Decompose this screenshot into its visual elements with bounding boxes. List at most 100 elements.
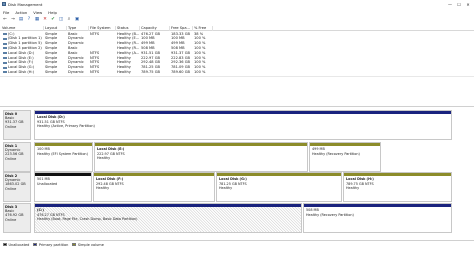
column-header[interactable]: Layout: [44, 26, 67, 31]
menu-help[interactable]: Help: [48, 10, 57, 15]
partition-color-bar: [35, 143, 92, 146]
disk-size: 1863.02 GB: [5, 182, 26, 187]
menu-view[interactable]: View: [33, 10, 42, 15]
disk-graphical-view: Disk 0 Basic 931.37 GB Online Local Disk (D:…: [0, 107, 474, 238]
column-header[interactable]: % Free: [193, 26, 213, 31]
search-icon[interactable]: ⌕: [66, 17, 72, 23]
partition[interactable]: 501 MB Unallocated: [34, 172, 92, 202]
partition-text: Local Disk (F:) 292.48 GB NTFS Healthy: [96, 177, 124, 190]
legend-label: Primary partition: [38, 242, 69, 247]
partition[interactable]: Local Disk (H:) 789.75 GB NTFS Healthy: [343, 172, 452, 202]
volume-cell: 100 %: [194, 69, 206, 74]
partition[interactable]: Local Disk (E:) 222.97 GB NTFS Healthy: [94, 142, 308, 172]
partition-status: Healthy (Active, Primary Partition): [37, 123, 95, 128]
disk-state: Online: [5, 156, 17, 161]
console-tree-icon[interactable]: ▤: [18, 17, 24, 23]
legend-swatch: [3, 243, 7, 246]
pane-splitter[interactable]: [0, 76, 474, 107]
partition-color-bar: [304, 204, 451, 207]
back-arrow-icon[interactable]: ←: [2, 17, 8, 23]
volume-icon: [3, 61, 7, 64]
window-title: Disk Management: [8, 2, 43, 8]
disk-label-0[interactable]: Disk 0 Basic 931.37 GB Online: [3, 110, 31, 140]
maximize-button[interactable]: ☐: [456, 2, 462, 7]
column-header[interactable]: Free Spa...: [170, 26, 193, 31]
partition-color-bar: [35, 173, 91, 176]
volume-icon: [3, 71, 7, 74]
partition-name: Local Disk (G:): [219, 177, 247, 182]
legend-item: Unallocated: [3, 243, 29, 247]
partition-color-bar: [35, 204, 301, 207]
minimize-button[interactable]: —: [447, 2, 453, 7]
volume-icon: [3, 57, 7, 60]
column-header[interactable]: File System: [89, 26, 116, 31]
menu-file[interactable]: File: [3, 10, 9, 15]
refresh-icon[interactable]: ▣: [74, 17, 80, 23]
partition-status: Healthy: [219, 185, 233, 190]
help-icon[interactable]: ?: [26, 17, 32, 23]
legend-swatch: [33, 243, 38, 246]
disk-label-2[interactable]: Disk 2 Dynamic 1863.02 GB Online: [3, 172, 31, 202]
partition-text: 100 MB Healthy (EFI System Partition): [37, 147, 88, 155]
volume-cell: NTFS: [90, 69, 100, 74]
partition-status: Healthy (Recovery Partition): [312, 151, 360, 156]
disk-label-3[interactable]: Disk 3 Basic 476.92 GB Online: [3, 203, 31, 233]
forward-arrow-icon[interactable]: →: [10, 17, 16, 23]
partition-status: Healthy: [97, 155, 111, 160]
volume-cell: Dynamic: [68, 69, 84, 74]
partition[interactable]: 508 MB Healthy (Recovery Partition): [303, 203, 452, 233]
partition-text: Local Disk (G:) 781.25 GB NTFS Healthy: [219, 177, 247, 190]
volume-name: Local Disk (H:): [8, 69, 35, 74]
partition-status: Unallocated: [37, 181, 58, 186]
partition[interactable]: 499 MB Healthy (Recovery Partition): [309, 142, 381, 172]
partition[interactable]: Local Disk (G:) 781.25 GB NTFS Healthy: [216, 172, 342, 202]
disk-label-1[interactable]: Disk 1 Dynamic 223.56 GB Online: [3, 142, 31, 172]
partition-name: Local Disk (E:): [97, 147, 125, 152]
partition-text: (C:) 476.27 GB NTFS Healthy (Boot, Page Fi…: [37, 208, 138, 221]
legend-label: Simple volume: [77, 242, 104, 247]
column-header[interactable]: Status: [116, 26, 140, 31]
partition[interactable]: Local Disk (D:) 931.51 GB NTFS Healthy (Ac…: [34, 110, 452, 140]
check-icon[interactable]: ✔: [50, 17, 56, 23]
partition-color-bar: [94, 173, 214, 176]
title-bar: Disk Management — ☐ ✕: [0, 0, 474, 9]
open-icon[interactable]: ◫: [58, 17, 64, 23]
partition-color-bar: [217, 173, 341, 176]
legend-label: Unallocated: [8, 242, 30, 247]
legend-item: Primary partition: [33, 243, 68, 247]
partition[interactable]: Local Disk (F:) 292.48 GB NTFS Healthy: [93, 172, 215, 202]
delete-icon[interactable]: ✕: [42, 17, 48, 23]
partition-text: 508 MB Healthy (Recovery Partition): [306, 208, 354, 216]
partition-status: Healthy (Boot, Page File, Crash Dump, Ba…: [37, 216, 138, 221]
partition-status: Healthy: [96, 185, 110, 190]
volume-icon: [3, 52, 7, 55]
close-button[interactable]: ✕: [465, 2, 471, 7]
partition-color-bar: [95, 143, 307, 146]
partition[interactable]: 100 MB Healthy (EFI System Partition): [34, 142, 93, 172]
partition-text: Local Disk (D:) 931.51 GB NTFS Healthy (Ac…: [37, 115, 95, 128]
volume-icon: [3, 33, 7, 36]
column-header[interactable]: Type: [67, 26, 89, 31]
volume-row[interactable]: Local Disk (H:) Simple Dynamic NTFS Healthy 7…: [0, 70, 474, 75]
column-header[interactable]: Capacity: [140, 26, 170, 31]
partition[interactable]: (C:) 476.27 GB NTFS Healthy (Boot, Page Fi…: [34, 203, 302, 233]
toolbar: ← → ▤? ▦ ✕ ✔ ◫ ⌕ ▣: [2, 16, 80, 23]
menu-action[interactable]: Action: [15, 10, 27, 15]
volume-cell: Simple: [45, 69, 58, 74]
volume-table-header: Volume Layout Type File System Status Capacit…: [0, 26, 474, 31]
volume-cell: 789.60 GB: [171, 69, 190, 74]
disk-state: Online: [5, 217, 17, 222]
partition-name: Local Disk (H:): [346, 177, 374, 182]
legend: Unallocated Primary partition Simple volum…: [0, 240, 474, 248]
partition-text: 499 MB Healthy (Recovery Partition): [312, 147, 360, 155]
partition-status: Healthy: [346, 185, 360, 190]
properties-icon[interactable]: ▦: [34, 17, 40, 23]
partition-text: Local Disk (H:) 789.75 GB NTFS Healthy: [346, 177, 374, 190]
menu-bar: File Action View Help: [0, 10, 57, 15]
legend-swatch: [72, 243, 77, 246]
column-header[interactable]: Volume: [1, 26, 44, 31]
status-bar: [0, 248, 474, 256]
volume-icon: [3, 47, 7, 50]
partition-status: Healthy (EFI System Partition): [37, 151, 88, 156]
partition-text: Local Disk (E:) 222.97 GB NTFS Healthy: [97, 147, 125, 160]
